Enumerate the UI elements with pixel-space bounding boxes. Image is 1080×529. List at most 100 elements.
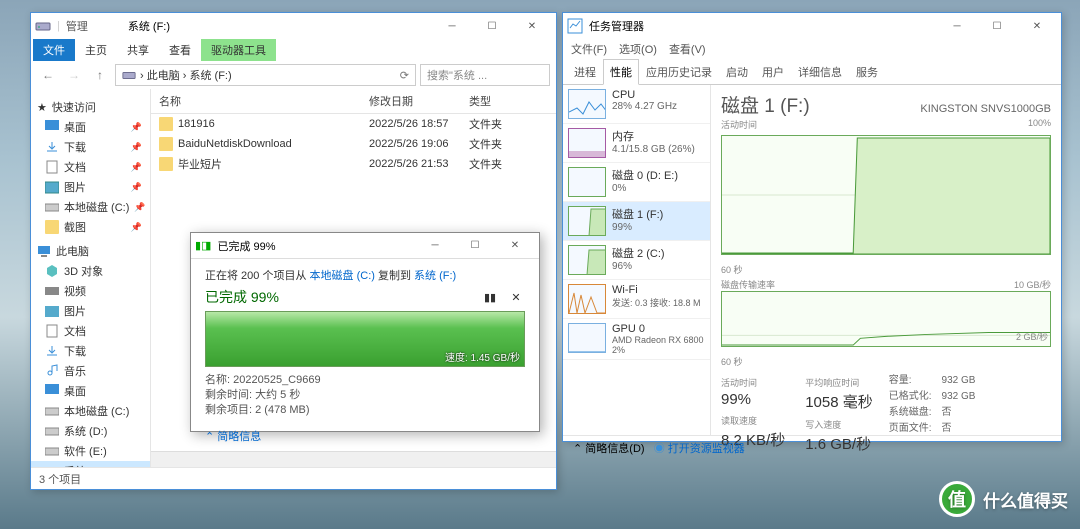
col-type[interactable]: 类型 [469, 93, 539, 109]
pin-icon: 📌 [131, 142, 142, 153]
nav-pane: ★快速访问 桌面📌 下载📌 文档📌 图片📌 本地磁盘 (C:)📌 截图📌 此电脑… [31, 89, 151, 467]
maximize-button[interactable]: ☐ [455, 234, 495, 258]
sidebar-item-drivee[interactable]: 软件 (E:) [31, 441, 150, 461]
sidebar-item-desktop[interactable]: 桌面📌 [31, 117, 150, 137]
transfer-chart: 2 GB/秒 [721, 291, 1051, 347]
perf-item-memory[interactable]: 内存4.1/15.8 GB (26%) [563, 124, 710, 163]
sidebar-item-drivef[interactable]: 系统 (F:) [31, 461, 150, 467]
pause-button[interactable]: ▮▮ [481, 288, 499, 306]
ribbon-tab-file[interactable]: 文件 [33, 39, 75, 61]
sidebar-item-videos[interactable]: 视频 [31, 281, 150, 301]
copy-src-link[interactable]: 本地磁盘 (C:) [310, 270, 375, 282]
search-input[interactable]: 搜索"系统 ... [420, 64, 550, 86]
minimize-button[interactable]: ─ [415, 234, 455, 258]
sidebar-quickaccess[interactable]: ★快速访问 [31, 97, 150, 117]
cancel-button[interactable]: ✕ [507, 288, 525, 306]
sidebar-item-documents2[interactable]: 文档 [31, 321, 150, 341]
perf-item-cpu[interactable]: CPU28% 4.27 GHz [563, 85, 710, 124]
pin-icon: 📌 [131, 122, 142, 133]
download-icon [45, 344, 59, 358]
tab-services[interactable]: 服务 [849, 59, 885, 85]
window-title: 任务管理器 [589, 18, 644, 34]
sidebar-item-music[interactable]: 音乐 [31, 361, 150, 381]
sidebar-item-pictures2[interactable]: 图片 [31, 301, 150, 321]
perf-sidebar: CPU28% 4.27 GHz 内存4.1/15.8 GB (26%) 磁盘 0… [563, 85, 711, 435]
sidebar-thispc[interactable]: 此电脑 [31, 241, 150, 261]
file-row[interactable]: BaiduNetdiskDownload2022/5/26 19:06文件夹 [151, 134, 556, 154]
nav-up-button[interactable]: ↑ [89, 64, 111, 86]
close-button[interactable]: ✕ [512, 14, 552, 38]
maximize-button[interactable]: ☐ [977, 14, 1017, 38]
tab-details[interactable]: 详细信息 [791, 59, 849, 85]
minimize-button[interactable]: ─ [432, 14, 472, 38]
open-resmon-link[interactable]: 打开资源监视器 [668, 443, 745, 455]
ribbon-tab-share[interactable]: 共享 [117, 39, 159, 61]
tab-startup[interactable]: 启动 [719, 59, 755, 85]
tab-apphistory[interactable]: 应用历史记录 [639, 59, 719, 85]
sidebar-item-screenshots[interactable]: 截图📌 [31, 217, 150, 237]
taskmgr-icon [567, 18, 583, 34]
refresh-icon[interactable]: ⟳ [400, 69, 409, 82]
ribbon-tab-drivetools[interactable]: 驱动器工具 [201, 39, 276, 61]
drive-icon [45, 424, 59, 438]
minimize-button[interactable]: ─ [937, 14, 977, 38]
desktop-icon [45, 120, 59, 134]
file-row[interactable]: 毕业短片2022/5/26 21:53文件夹 [151, 154, 556, 174]
sidebar-item-3d[interactable]: 3D 对象 [31, 261, 150, 281]
nav-back-button[interactable]: ← [37, 64, 59, 86]
folder-icon [159, 157, 173, 171]
sidebar-item-drivec[interactable]: 本地磁盘 (C:) [31, 401, 150, 421]
sidebar-item-desktop2[interactable]: 桌面 [31, 381, 150, 401]
menu-view[interactable]: 查看(V) [669, 41, 706, 57]
tab-performance[interactable]: 性能 [603, 59, 639, 85]
file-row[interactable]: 1819162022/5/26 18:57文件夹 [151, 114, 556, 134]
sidebar-item-downloads2[interactable]: 下载 [31, 341, 150, 361]
explorer-titlebar[interactable]: | 管理 系统 (F:) ─ ☐ ✕ [31, 13, 556, 39]
detail-title: 磁盘 1 (F:) [721, 91, 810, 118]
folder-icon [45, 220, 59, 234]
drive-icon [45, 404, 59, 418]
column-headers[interactable]: 名称 修改日期 类型 [151, 89, 556, 114]
perf-item-wifi[interactable]: Wi-Fi发送: 0.3 接收: 18.8 M [563, 280, 710, 319]
desktop-icon [45, 384, 59, 398]
sidebar-item-drived[interactable]: 系统 (D:) [31, 421, 150, 441]
copy-dst-link[interactable]: 系统 (F:) [414, 270, 456, 282]
copy-titlebar[interactable]: ▮◨ 已完成 99% ─ ☐ ✕ [191, 233, 539, 259]
ribbon-tab-view[interactable]: 查看 [159, 39, 201, 61]
taskmgr-titlebar[interactable]: 任务管理器 ─ ☐ ✕ [563, 13, 1061, 39]
tab-processes[interactable]: 进程 [567, 59, 603, 85]
perf-item-disk2[interactable]: 磁盘 2 (C:)96% [563, 241, 710, 280]
perf-item-gpu[interactable]: GPU 0AMD Radeon RX 6800 2% [563, 319, 710, 360]
h-scrollbar[interactable] [151, 451, 556, 467]
sidebar-item-documents[interactable]: 文档📌 [31, 157, 150, 177]
fewer-details-button[interactable]: ⌃ 简略信息(D) [573, 443, 645, 455]
nav-forward-button[interactable]: → [63, 64, 85, 86]
watermark: 值 什么值得买 [939, 481, 1068, 517]
sidebar-item-downloads[interactable]: 下载📌 [31, 137, 150, 157]
menu-options[interactable]: 选项(O) [619, 41, 657, 57]
pictures-icon [45, 180, 59, 194]
ribbon-tab-home[interactable]: 主页 [75, 39, 117, 61]
stat-write-value: 1.6 GB/秒 [805, 433, 873, 454]
copy-icon: ▮◨ [195, 239, 211, 252]
sidebar-item-pictures[interactable]: 图片📌 [31, 177, 150, 197]
status-bar: 3 个项目 [31, 467, 556, 489]
menu-file[interactable]: 文件(F) [571, 41, 607, 57]
col-name[interactable]: 名称 [159, 93, 369, 109]
ribbon: 文件 主页 共享 查看 驱动器工具 [31, 39, 556, 61]
music-icon [45, 364, 59, 378]
maximize-button[interactable]: ☐ [472, 14, 512, 38]
close-button[interactable]: ✕ [1017, 14, 1057, 38]
fewer-details-button[interactable]: ⌃ 简略信息 [205, 428, 525, 444]
perf-item-disk0[interactable]: 磁盘 0 (D: E:)0% [563, 163, 710, 202]
breadcrumb[interactable]: › 此电脑 › 系统 (F:) ⟳ [115, 64, 416, 86]
taskmgr-tabs: 进程 性能 应用历史记录 启动 用户 详细信息 服务 [563, 59, 1061, 85]
sidebar-item-localc[interactable]: 本地磁盘 (C:)📌 [31, 197, 150, 217]
close-button[interactable]: ✕ [495, 234, 535, 258]
col-date[interactable]: 修改日期 [369, 93, 469, 109]
copy-progress-text: 已完成 99% [205, 287, 279, 307]
perf-item-disk1[interactable]: 磁盘 1 (F:)99% [563, 202, 710, 241]
tab-users[interactable]: 用户 [755, 59, 791, 85]
drive-icon [122, 68, 136, 82]
qat-context-label: 管理 [66, 18, 88, 34]
